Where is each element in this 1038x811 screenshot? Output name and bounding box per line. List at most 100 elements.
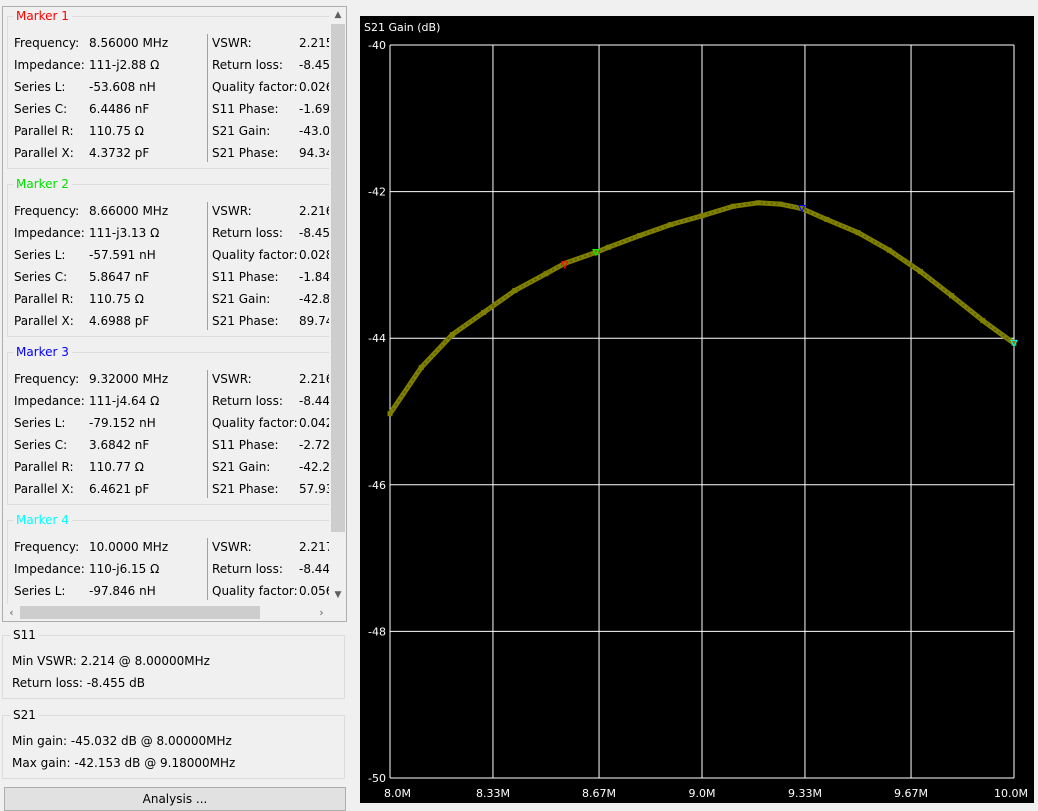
marker-row: Series C: 6.4486 nF S11 Phase: -1.69 bbox=[5, 98, 329, 120]
field-value: -8.44 bbox=[299, 394, 329, 408]
series-point bbox=[387, 411, 393, 417]
field-label: Return loss: bbox=[212, 562, 283, 576]
field-value: 9.32000 MHz bbox=[89, 372, 169, 386]
field-label: Return loss: bbox=[212, 58, 283, 72]
field-label: Series L: bbox=[14, 584, 66, 598]
scroll-right-icon[interactable]: › bbox=[313, 604, 330, 621]
field-label: Quality factor: bbox=[212, 416, 298, 430]
vertical-scrollbar[interactable]: ▲ ▼ bbox=[330, 7, 346, 604]
field-label: S11 Phase: bbox=[212, 270, 279, 284]
marker-group-2: Marker 2 Frequency: 8.66000 MHz VSWR: 2.216 I… bbox=[5, 175, 329, 337]
x-tick-label: 8.67M bbox=[582, 787, 616, 800]
chart-ticks: -40 -42 -44 -46 -48 -50 8.0M 8.33M 8.67M 9.0M 9.33… bbox=[368, 39, 1028, 800]
marker-row: Parallel X: 6.4621 pF S21 Phase: 57.93 bbox=[5, 478, 329, 500]
field-value: 2.217 bbox=[299, 540, 329, 554]
series-point bbox=[777, 201, 783, 207]
chart-grid bbox=[389, 44, 1015, 779]
s11-group: S11 Min VSWR: 2.214 @ 8.00000MHz Return … bbox=[2, 626, 345, 699]
marker-row: Impedance: 111-j4.64 Ω Return loss: -8.44 bbox=[5, 390, 329, 412]
field-label: S21 Phase: bbox=[212, 146, 279, 160]
scroll-left-icon[interactable]: ‹ bbox=[3, 604, 20, 621]
series-point bbox=[699, 213, 705, 219]
s21-max-gain: Max gain: -42.153 dB @ 9.18000MHz bbox=[12, 754, 235, 772]
field-label: VSWR: bbox=[212, 36, 252, 50]
marker-row: Impedance: 111-j3.13 Ω Return loss: -8.45 bbox=[5, 222, 329, 244]
marker-list[interactable]: Marker 1 Frequency: 8.56000 MHz VSWR: 2.215 I… bbox=[3, 7, 329, 604]
field-label: Series L: bbox=[14, 416, 66, 430]
x-tick-label: 10.0M bbox=[994, 787, 1028, 800]
x-tick-label: 8.33M bbox=[476, 787, 510, 800]
scroll-up-icon[interactable]: ▲ bbox=[330, 7, 346, 24]
marker-row: Impedance: 111-j2.88 Ω Return loss: -8.45 bbox=[5, 54, 329, 76]
field-value: 4.3732 pF bbox=[89, 146, 150, 160]
field-label: S21 Gain: bbox=[212, 292, 271, 306]
marker-row: Series L: -57.591 nH Quality factor:0.028 bbox=[5, 244, 329, 266]
scroll-down-icon[interactable]: ▼ bbox=[330, 587, 346, 604]
min-gain-label: Min gain: bbox=[12, 734, 68, 748]
series-point bbox=[668, 222, 674, 228]
field-label: Parallel X: bbox=[14, 146, 74, 160]
y-tick-label: -44 bbox=[368, 332, 386, 345]
field-label: S21 Gain: bbox=[212, 460, 271, 474]
field-label: Series C: bbox=[14, 438, 68, 452]
field-value: 8.56000 MHz bbox=[89, 36, 169, 50]
analysis-button[interactable]: Analysis ... bbox=[4, 787, 346, 811]
field-label: Return loss: bbox=[212, 394, 283, 408]
min-gain-value: -45.032 dB @ 8.00000MHz bbox=[70, 734, 232, 748]
field-value: -8.45 bbox=[299, 58, 329, 72]
field-value: 57.93 bbox=[299, 482, 329, 496]
field-label: Quality factor: bbox=[212, 248, 298, 262]
horizontal-scrollbar[interactable]: ‹ › bbox=[3, 604, 330, 621]
marker-title: Marker 1 bbox=[13, 7, 72, 25]
field-value: -43.0 bbox=[299, 124, 329, 138]
field-value: 10.0000 MHz bbox=[89, 540, 169, 554]
marker-row: Frequency: 8.56000 MHz VSWR: 2.215 bbox=[5, 32, 329, 54]
field-value: -79.152 nH bbox=[89, 416, 156, 430]
x-tick-label: 9.67M bbox=[894, 787, 928, 800]
series-point bbox=[512, 288, 518, 294]
field-label: Series L: bbox=[14, 80, 66, 94]
marker-row: Parallel X: 4.6988 pF S21 Phase: 89.74 bbox=[5, 310, 329, 332]
series-point bbox=[418, 365, 424, 371]
field-label: VSWR: bbox=[212, 372, 252, 386]
y-tick-label: -50 bbox=[368, 772, 386, 785]
field-label: Frequency: bbox=[14, 540, 80, 554]
field-label: Return loss: bbox=[212, 226, 283, 240]
field-value: 4.6988 pF bbox=[89, 314, 150, 328]
field-label: VSWR: bbox=[212, 540, 252, 554]
series-point bbox=[755, 200, 761, 206]
s11-title: S11 bbox=[10, 626, 39, 644]
field-value: -57.591 nH bbox=[89, 248, 156, 262]
field-label: Quality factor: bbox=[212, 80, 298, 94]
vertical-scroll-thumb[interactable] bbox=[331, 24, 345, 532]
min-vswr-label: Min VSWR: bbox=[12, 654, 77, 668]
series-point bbox=[637, 233, 643, 239]
marker-row: Series L: -79.152 nH Quality factor:0.042 bbox=[5, 412, 329, 434]
field-value: 8.66000 MHz bbox=[89, 204, 169, 218]
s11-return-loss: Return loss: -8.455 dB bbox=[12, 674, 145, 692]
s21-title: S21 bbox=[10, 706, 39, 724]
field-label: Parallel R: bbox=[14, 292, 74, 306]
s21-gain-chart[interactable]: S21 Gain (dB) -40 -42 -44 -46 -48 -50 8.0M 8.33… bbox=[360, 16, 1034, 803]
field-label: Parallel R: bbox=[14, 460, 74, 474]
marker-row: Series C: 5.8647 nF S11 Phase: -1.84 bbox=[5, 266, 329, 288]
series-point bbox=[543, 271, 549, 277]
horizontal-scroll-thumb[interactable] bbox=[20, 606, 260, 619]
field-label: Frequency: bbox=[14, 204, 80, 218]
field-value: -97.846 nH bbox=[89, 584, 156, 598]
field-value: 110-j6.15 Ω bbox=[89, 562, 160, 576]
marker-row: Frequency: 9.32000 MHz VSWR: 2.216 bbox=[5, 368, 329, 390]
field-label: Frequency: bbox=[14, 36, 80, 50]
marker-title: Marker 2 bbox=[13, 175, 72, 193]
field-label: S21 Phase: bbox=[212, 482, 279, 496]
field-label: Parallel X: bbox=[14, 482, 74, 496]
field-value: -53.608 nH bbox=[89, 80, 156, 94]
chart-markers bbox=[560, 204, 1018, 348]
field-value: 89.74 bbox=[299, 314, 329, 328]
field-label: S11 Phase: bbox=[212, 438, 279, 452]
marker-row: Frequency: 10.0000 MHz VSWR: 2.217 bbox=[5, 536, 329, 558]
field-value: 6.4486 nF bbox=[89, 102, 150, 116]
series-point bbox=[824, 216, 830, 222]
x-tick-label: 9.33M bbox=[788, 787, 822, 800]
field-label: Impedance: bbox=[14, 562, 85, 576]
